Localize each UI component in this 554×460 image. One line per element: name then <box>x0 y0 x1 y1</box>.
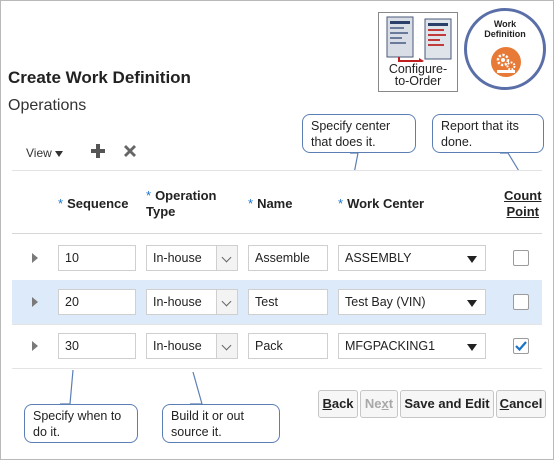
row-gutter[interactable] <box>12 236 50 280</box>
column-header-sequence[interactable]: * Sequence <box>58 196 128 212</box>
plus-icon[interactable] <box>90 143 106 159</box>
callout-sequence: Specify when to do it. <box>24 404 138 443</box>
operations-table: * Sequence * Operation Type * Name * Work Ce… <box>12 170 542 375</box>
work-definition-badge: Work Definition <box>464 8 546 90</box>
count-point-checkbox[interactable] <box>513 338 529 354</box>
expand-row-icon[interactable] <box>32 297 38 307</box>
caret-down-icon <box>54 150 63 157</box>
row-gutter[interactable] <box>12 280 50 324</box>
column-header-work-center[interactable]: * Work Center <box>338 196 424 212</box>
sequence-input[interactable]: 30 <box>58 333 136 359</box>
callout-count-point: Report that its done. <box>432 114 544 153</box>
cancel-button[interactable]: Cancel <box>496 390 546 418</box>
operation-type-select[interactable]: In-house <box>146 245 238 271</box>
page-title: Create Work Definition <box>8 68 191 87</box>
chevron-down-icon[interactable] <box>221 296 232 307</box>
expand-row-icon[interactable] <box>32 253 38 263</box>
name-input[interactable]: Pack <box>248 333 328 359</box>
dropdown-triangle-icon[interactable] <box>467 344 477 351</box>
work-center-select[interactable]: MFGPACKING1 <box>338 333 486 359</box>
gears-icon <box>491 47 521 77</box>
count-point-checkbox[interactable] <box>513 294 529 310</box>
callout-work-center: Specify center that does it. <box>302 114 416 153</box>
dropdown-triangle-icon[interactable] <box>467 300 477 307</box>
work-definition-label: Work Definition <box>484 19 526 39</box>
save-and-edit-button[interactable]: Save and Edit <box>400 390 494 418</box>
sequence-input[interactable]: 10 <box>58 245 136 271</box>
configure-to-order-label: Configure- to-Order <box>388 62 448 88</box>
expand-row-icon[interactable] <box>32 341 38 351</box>
view-menu[interactable]: View <box>26 146 63 160</box>
table-row[interactable]: 20 In-house Test Test Bay (VIN) <box>12 280 542 325</box>
back-button[interactable]: Back <box>318 390 358 418</box>
table-row[interactable]: 30 In-house Pack MFGPACKING1 <box>12 324 542 369</box>
configure-to-order-badge: Configure- to-Order <box>378 12 458 92</box>
column-header-operation-type[interactable]: * Operation Type <box>146 188 216 220</box>
close-icon[interactable] <box>122 143 138 159</box>
sequence-input[interactable]: 20 <box>58 289 136 315</box>
documents-icon <box>386 16 452 63</box>
column-header-count-point[interactable]: Count Point <box>504 188 542 220</box>
callout-operation-type: Build it or out source it. <box>162 404 280 443</box>
count-point-checkbox[interactable] <box>513 250 529 266</box>
table-row[interactable]: 10 In-house Assemble ASSEMBLY <box>12 236 542 281</box>
work-center-select[interactable]: ASSEMBLY <box>338 245 486 271</box>
name-input[interactable]: Test <box>248 289 328 315</box>
column-header-name[interactable]: * Name <box>248 196 292 212</box>
table-header: * Sequence * Operation Type * Name * Work Ce… <box>12 170 542 234</box>
operation-type-select[interactable]: In-house <box>146 333 238 359</box>
row-gutter[interactable] <box>12 324 50 368</box>
chevron-down-icon[interactable] <box>221 252 232 263</box>
checkmark-icon <box>515 341 527 352</box>
chevron-down-icon[interactable] <box>221 340 232 351</box>
operation-type-select[interactable]: In-house <box>146 289 238 315</box>
dropdown-triangle-icon[interactable] <box>467 256 477 263</box>
section-title: Operations <box>8 97 87 114</box>
name-input[interactable]: Assemble <box>248 245 328 271</box>
view-menu-label: View <box>26 146 52 160</box>
work-center-select[interactable]: Test Bay (VIN) <box>338 289 486 315</box>
next-button[interactable]: Next <box>360 390 398 418</box>
